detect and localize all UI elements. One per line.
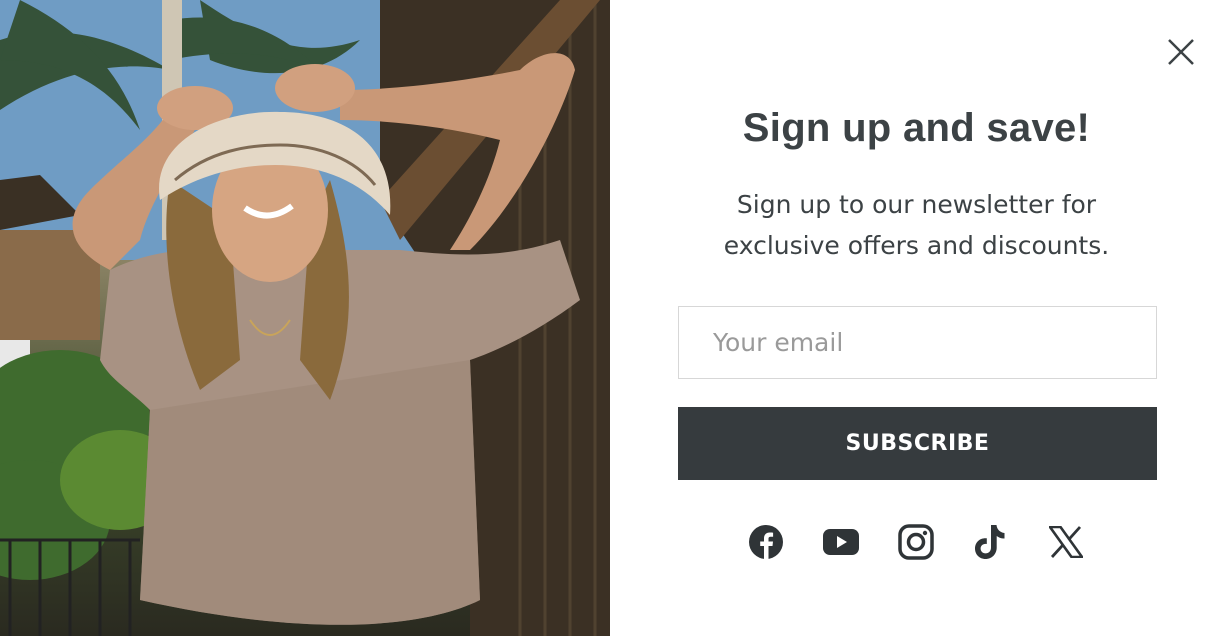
close-button[interactable] xyxy=(1165,36,1197,68)
newsletter-popup: Sign up and save! Sign up to our newslet… xyxy=(0,0,1213,636)
email-input[interactable] xyxy=(678,306,1157,379)
tiktok-icon xyxy=(975,525,1005,559)
instagram-icon xyxy=(898,524,934,560)
popup-title: Sign up and save! xyxy=(742,106,1091,150)
popup-subtitle: Sign up to our newsletter for exclusive … xyxy=(723,190,1110,260)
signup-panel: Sign up and save! Sign up to our newslet… xyxy=(610,0,1213,636)
close-icon xyxy=(1168,39,1194,65)
facebook-link[interactable] xyxy=(746,521,786,563)
social-links xyxy=(746,521,1096,563)
subscribe-button[interactable]: SUBSCRIBE xyxy=(678,407,1157,480)
instagram-link[interactable] xyxy=(896,521,936,563)
x-link[interactable] xyxy=(1046,521,1086,563)
youtube-link[interactable] xyxy=(821,521,861,563)
youtube-icon xyxy=(823,529,859,555)
facebook-icon xyxy=(749,525,783,559)
x-icon xyxy=(1049,526,1083,558)
hero-photo xyxy=(0,0,610,636)
hero-photo-illustration xyxy=(0,0,610,636)
tiktok-link[interactable] xyxy=(970,521,1010,563)
